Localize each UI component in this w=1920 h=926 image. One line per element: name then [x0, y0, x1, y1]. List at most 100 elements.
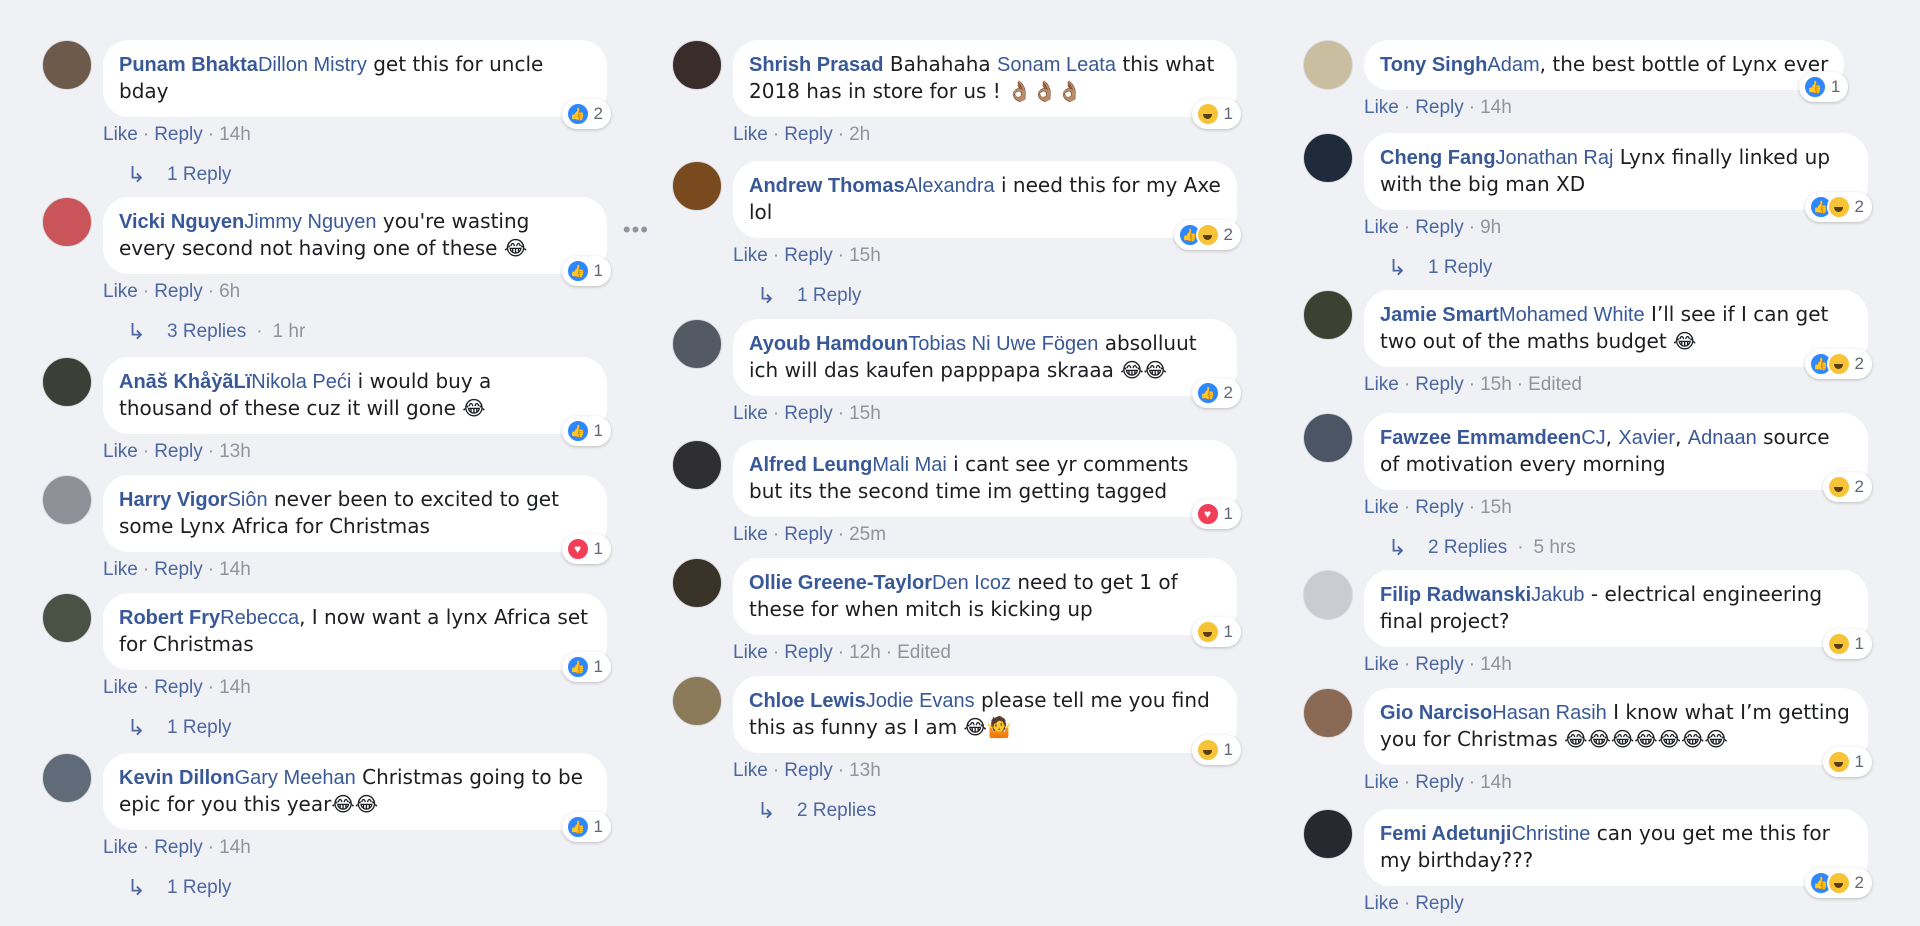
like-link[interactable]: Like: [733, 245, 768, 266]
avatar[interactable]: [42, 753, 92, 803]
tagged-user-link[interactable]: Siôn: [228, 489, 268, 511]
replies-count-label[interactable]: 1 Reply: [167, 716, 231, 740]
tagged-user-link[interactable]: Mohamed White: [1499, 304, 1645, 326]
avatar[interactable]: [672, 676, 722, 726]
comment-timestamp[interactable]: 15h: [1480, 497, 1512, 518]
reply-link[interactable]: Reply: [154, 441, 203, 462]
reply-link[interactable]: Reply: [1415, 772, 1464, 793]
reaction-summary[interactable]: 1: [1822, 629, 1872, 659]
tagged-user-link[interactable]: Adam: [1487, 54, 1539, 76]
comment-timestamp[interactable]: 13h: [849, 760, 881, 781]
view-replies-link[interactable]: ↳ 2 Replies: [757, 799, 1237, 823]
comment-timestamp[interactable]: 9h: [1480, 217, 1501, 238]
like-link[interactable]: Like: [733, 124, 768, 145]
comment-timestamp[interactable]: 15h: [849, 403, 881, 424]
like-link[interactable]: Like: [1364, 772, 1399, 793]
reply-link[interactable]: Reply: [1415, 374, 1464, 395]
reaction-summary[interactable]: 👍 1: [561, 256, 611, 286]
comment-author-link[interactable]: Femi Adetunji: [1380, 823, 1511, 845]
like-link[interactable]: Like: [733, 642, 768, 663]
reaction-summary[interactable]: 1: [1191, 617, 1241, 647]
like-link[interactable]: Like: [1364, 893, 1399, 914]
reaction-summary[interactable]: 👍 2: [1804, 349, 1872, 379]
reaction-summary[interactable]: 1: [1191, 99, 1241, 129]
replies-count-label[interactable]: 1 Reply: [167, 876, 231, 900]
view-replies-link[interactable]: ↳ 1 Reply: [127, 716, 607, 740]
tagged-user-link[interactable]: Jimmy Nguyen: [244, 211, 376, 233]
more-options-icon[interactable]: •••: [623, 217, 649, 243]
comment-timestamp[interactable]: 14h: [1480, 654, 1512, 675]
avatar[interactable]: [672, 440, 722, 490]
replies-count-label[interactable]: 2 Replies: [1428, 536, 1507, 560]
reply-link[interactable]: Reply: [784, 245, 833, 266]
like-link[interactable]: Like: [103, 837, 138, 858]
reaction-summary[interactable]: ♥ 1: [561, 534, 611, 564]
view-replies-link[interactable]: ↳ 1 Reply: [127, 163, 607, 187]
tagged-user-link[interactable]: Sonam Leata: [997, 54, 1116, 76]
view-replies-link[interactable]: ↳ 3 Replies · 1 hr: [127, 320, 607, 344]
tagged-user-link[interactable]: Christine: [1511, 823, 1590, 845]
reaction-summary[interactable]: 👍 1: [561, 416, 611, 446]
comment-author-link[interactable]: Robert Fry: [119, 607, 220, 629]
comment-author-link[interactable]: Cheng Fang: [1380, 147, 1496, 169]
tagged-user-link[interactable]: Nikola Peći: [251, 371, 351, 393]
avatar[interactable]: [1303, 40, 1353, 90]
comment-timestamp[interactable]: 14h: [219, 837, 251, 858]
reply-link[interactable]: Reply: [154, 124, 203, 145]
like-link[interactable]: Like: [733, 403, 768, 424]
comment-author-link[interactable]: Andrew Thomas: [749, 175, 905, 197]
tagged-user-link[interactable]: Den Icoz: [932, 572, 1011, 594]
view-replies-link[interactable]: ↳ 1 Reply: [127, 876, 607, 900]
like-link[interactable]: Like: [103, 559, 138, 580]
reply-link[interactable]: Reply: [1415, 893, 1464, 914]
comment-author-link[interactable]: Fawzee Emmamdeen: [1380, 427, 1581, 449]
like-link[interactable]: Like: [103, 677, 138, 698]
reply-link[interactable]: Reply: [1415, 654, 1464, 675]
comment-author-link[interactable]: Shrish Prasad: [749, 54, 884, 76]
avatar[interactable]: [1303, 133, 1353, 183]
comment-author-link[interactable]: Harry Vigor: [119, 489, 228, 511]
comment-author-link[interactable]: Vicki Nguyen: [119, 211, 244, 233]
reaction-summary[interactable]: 👍 2: [1191, 378, 1241, 408]
comment-author-link[interactable]: Ollie Greene-Taylor: [749, 572, 932, 594]
avatar[interactable]: [672, 40, 722, 90]
like-link[interactable]: Like: [1364, 497, 1399, 518]
comment-timestamp[interactable]: 14h: [219, 124, 251, 145]
avatar[interactable]: [672, 161, 722, 211]
view-replies-link[interactable]: ↳ 1 Reply: [1388, 256, 1868, 280]
comment-author-link[interactable]: Filip Radwanski: [1380, 584, 1531, 606]
tagged-user-link[interactable]: Jodie Evans: [866, 690, 975, 712]
like-link[interactable]: Like: [103, 441, 138, 462]
avatar[interactable]: [1303, 570, 1353, 620]
reply-link[interactable]: Reply: [154, 281, 203, 302]
tagged-user-link[interactable]: Adnaan: [1688, 427, 1757, 449]
avatar[interactable]: [42, 197, 92, 247]
comment-author-link[interactable]: Punam Bhakta: [119, 54, 258, 76]
replies-count-label[interactable]: 1 Reply: [167, 163, 231, 187]
comment-timestamp[interactable]: 13h: [219, 441, 251, 462]
comment-author-link[interactable]: Chloe Lewis: [749, 690, 866, 712]
reaction-summary[interactable]: 1: [1191, 735, 1241, 765]
tagged-user-link[interactable]: Hasan Rasih: [1492, 702, 1607, 724]
like-link[interactable]: Like: [733, 524, 768, 545]
reply-link[interactable]: Reply: [784, 642, 833, 663]
comment-timestamp[interactable]: 14h: [219, 677, 251, 698]
comment-timestamp[interactable]: 25m: [849, 524, 886, 545]
avatar[interactable]: [1303, 688, 1353, 738]
view-replies-link[interactable]: ↳ 2 Replies · 5 hrs: [1388, 536, 1868, 560]
reaction-summary[interactable]: 👍 2: [1804, 192, 1872, 222]
reaction-summary[interactable]: 👍 1: [1798, 72, 1849, 102]
avatar[interactable]: [42, 475, 92, 525]
reaction-summary[interactable]: 👍 2: [1804, 868, 1872, 898]
comment-timestamp[interactable]: 12h: [849, 642, 881, 663]
replies-count-label[interactable]: 1 Reply: [1428, 256, 1492, 280]
reply-link[interactable]: Reply: [1415, 217, 1464, 238]
comment-author-link[interactable]: Tony Singh: [1380, 54, 1487, 76]
comment-timestamp[interactable]: 14h: [1480, 772, 1512, 793]
comment-timestamp[interactable]: 15h: [1480, 374, 1512, 395]
reply-link[interactable]: Reply: [1415, 97, 1464, 118]
avatar[interactable]: [672, 319, 722, 369]
comment-timestamp[interactable]: 15h: [849, 245, 881, 266]
tagged-user-link[interactable]: Rebecca: [220, 607, 299, 629]
view-replies-link[interactable]: ↳ 1 Reply: [757, 284, 1237, 308]
